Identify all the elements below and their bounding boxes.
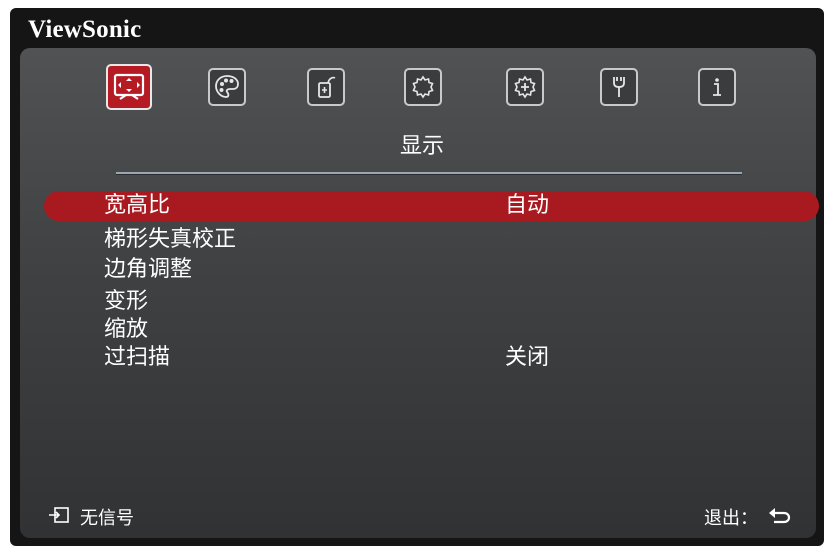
menu-item-overscan[interactable]: 过扫描 <box>104 344 170 372</box>
exit-hint[interactable]: 退出： <box>704 504 792 530</box>
brand-logo: ViewSonic <box>28 16 142 43</box>
info-icon <box>703 73 731 101</box>
tab-basic[interactable] <box>404 68 442 106</box>
palette-icon <box>213 73 241 101</box>
menu-item-corner-adjust[interactable]: 边角调整 <box>104 256 192 284</box>
menu-item-zoom[interactable]: 缩放 <box>104 316 148 344</box>
menu-item-keystone[interactable]: 梯形失真校正 <box>104 226 236 254</box>
divider-shadow <box>116 174 742 175</box>
tab-management[interactable] <box>600 68 638 106</box>
tab-display[interactable] <box>106 64 152 110</box>
tab-information[interactable] <box>698 68 736 106</box>
exit-text: 退出： <box>704 508 758 529</box>
return-arrow-icon <box>766 506 792 529</box>
source-status-text: 无信号 <box>80 508 134 529</box>
wrench-icon <box>605 73 633 101</box>
source-status: 无信号 <box>48 504 134 530</box>
menu-panel: 显示 宽高比 自动 梯形失真校正 边角调整 变形 缩放 过扫描 关闭 无信号 退… <box>20 48 819 538</box>
menu-item-aspect-ratio[interactable]: 宽高比 <box>104 192 170 220</box>
menu-value-aspect-ratio[interactable]: 自动 <box>505 192 549 220</box>
advanced-settings-gear-icon <box>511 73 539 101</box>
menu-item-warp[interactable]: 变形 <box>104 288 148 316</box>
osd-menu: ViewSonic 显示 宽高比 自动 梯形失真校正 边角调整 变形 缩放 过扫… <box>10 8 824 546</box>
input-source-icon <box>48 506 70 529</box>
tab-color[interactable] <box>208 68 246 106</box>
tab-power[interactable] <box>307 68 345 106</box>
menu-value-overscan[interactable]: 关闭 <box>505 344 549 372</box>
power-icon <box>312 73 340 101</box>
display-icon <box>112 70 146 104</box>
basic-settings-gear-icon <box>409 73 437 101</box>
active-tab-title: 显示 <box>400 134 445 159</box>
tab-advanced[interactable] <box>506 68 544 106</box>
